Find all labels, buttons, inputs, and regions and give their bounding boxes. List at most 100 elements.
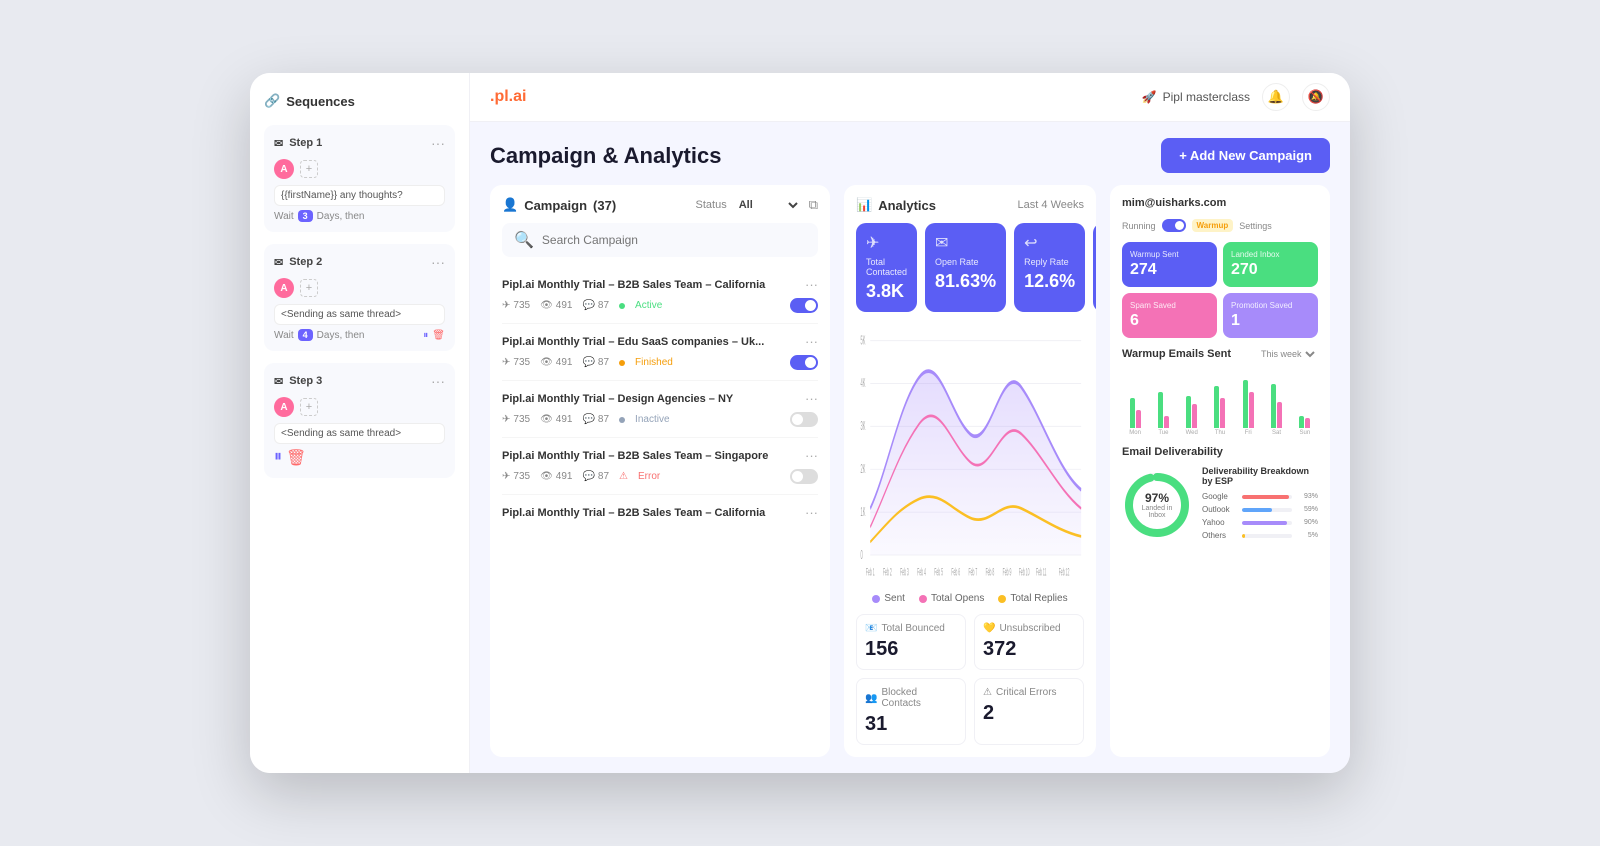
svg-text:Feb 12: Feb 12 [1059, 566, 1070, 578]
campaign-list: Pipl.ai Monthly Trial – B2B Sales Team –… [502, 267, 818, 536]
filter-icon[interactable]: ⧉ [809, 197, 818, 213]
warmup-header: mim@uisharks.com [1122, 197, 1318, 209]
svg-text:2K: 2K [861, 462, 866, 477]
wc-value: 270 [1231, 261, 1310, 279]
bar-pink [1164, 416, 1169, 428]
bar-green [1130, 398, 1135, 428]
bar-group: Wed [1179, 378, 1205, 436]
deliverability-title: Email Deliverability [1122, 446, 1318, 458]
esp-others: Others 5% [1202, 531, 1318, 540]
add-campaign-button[interactable]: + Add New Campaign [1161, 138, 1330, 173]
topbar-right: 🚀 Pipl masterclass 🔔 🔕 [1142, 83, 1330, 111]
legend-replies: Total Replies [998, 593, 1067, 604]
status-select[interactable]: All Active Finished Inactive [735, 198, 801, 212]
avatar-a-2: A [274, 278, 294, 298]
masterclass-btn[interactable]: 🚀 Pipl masterclass [1142, 90, 1250, 104]
campaign-toggle[interactable] [790, 412, 818, 427]
campaigns-filter: Status All Active Finished Inactive ⧉ [696, 197, 818, 213]
chart-legend: Sent Total Opens Total Replies [856, 593, 1084, 604]
add-step-btn-3[interactable]: + [300, 398, 318, 416]
wc-label: Landed Inbox [1231, 250, 1310, 259]
bar-pink [1305, 418, 1310, 428]
delete-icon[interactable]: 🗑 [432, 330, 445, 341]
svg-text:4K: 4K [861, 376, 866, 391]
warmup-sent-card: Warmup Sent 274 [1122, 242, 1217, 287]
warmup-panel: mim@uisharks.com Running Warmup Settings… [1110, 185, 1330, 757]
campaign-item: Pipl.ai Monthly Trial – B2B Sales Team –… [502, 495, 818, 536]
svg-text:Feb 5: Feb 5 [934, 566, 943, 578]
step-2-label: ✉ Step 2 [274, 256, 322, 269]
bounced-value: 156 [865, 638, 957, 661]
stats-cards: ✈ Total Contacted 3.8K ✉ Open Rate 81.63… [856, 223, 1084, 312]
notification-alt[interactable]: 🔕 [1302, 83, 1330, 111]
wc-value: 6 [1130, 312, 1209, 330]
campaigns-header: 👤 Campaign (37) Status All Active Finish… [502, 197, 818, 213]
bounced-label: 📧 Total Bounced [865, 623, 957, 634]
campaign-toggle[interactable] [790, 469, 818, 484]
status-label: Status [696, 199, 727, 211]
campaign-menu[interactable]: ··· [805, 391, 818, 406]
add-step-btn[interactable]: + [300, 160, 318, 178]
svg-text:Feb 4: Feb 4 [917, 566, 926, 578]
svg-text:Feb 7: Feb 7 [968, 566, 977, 578]
running-toggle[interactable] [1162, 219, 1186, 232]
sent-stat: ✈ 735 [502, 300, 530, 311]
pause-icon-3[interactable]: ⏸ [274, 448, 282, 468]
campaign-toggle[interactable] [790, 298, 818, 313]
stat-label: Total Contacted [866, 257, 907, 277]
email-icon: ✉ [935, 233, 996, 253]
status-text: Finished [635, 357, 673, 368]
settings-link[interactable]: Settings [1239, 221, 1272, 231]
email-icon: ✉ [274, 137, 283, 150]
topbar: .pl.ai 🚀 Pipl masterclass 🔔 🔕 [470, 73, 1350, 122]
add-step-btn-2[interactable]: + [300, 279, 318, 297]
step-1-menu[interactable]: ··· [431, 135, 445, 151]
status-dot [619, 417, 625, 423]
stat-label: Reply Rate [1024, 257, 1075, 267]
rocket-icon: 🚀 [1142, 90, 1157, 104]
wait-text-2: Days, then [317, 330, 365, 341]
bar-pink [1192, 404, 1197, 428]
campaign-name: Pipl.ai Monthly Trial – Design Agencies … [502, 393, 805, 405]
wc-label: Spam Saved [1130, 301, 1209, 310]
donut-chart: 97% Landed in Inbox [1122, 470, 1192, 540]
content-columns: 👤 Campaign (37) Status All Active Finish… [490, 185, 1330, 757]
page-area: Campaign & Analytics + Add New Campaign … [470, 122, 1350, 773]
error-icon-2: ⚠ [983, 687, 992, 698]
avatar-a-3: A [274, 397, 294, 417]
campaign-toggle[interactable] [790, 355, 818, 370]
bar-green [1214, 386, 1219, 428]
step-2-message: <Sending as same thread> [274, 304, 445, 325]
bar-group: Mon [1122, 378, 1148, 436]
campaign-menu[interactable]: ··· [805, 277, 818, 292]
email-icon-3: ✉ [274, 375, 283, 388]
deliverability-section: Email Deliverability 97% [1122, 446, 1318, 745]
bar-pink [1220, 398, 1225, 428]
errors-label: ⚠ Critical Errors [983, 687, 1075, 698]
campaign-menu[interactable]: ··· [805, 448, 818, 463]
replies-stat: 💬 87 [582, 414, 609, 425]
campaign-menu[interactable]: ··· [805, 334, 818, 349]
errors-value: 2 [983, 702, 1075, 725]
campaign-name: Pipl.ai Monthly Trial – B2B Sales Team –… [502, 279, 805, 291]
pause-icon[interactable]: ⏸ [423, 330, 428, 341]
week-select[interactable]: This week Last week [1257, 348, 1318, 360]
bar-label: Thu [1215, 430, 1225, 436]
wc-label: Promotion Saved [1231, 301, 1310, 310]
step-2-menu[interactable]: ··· [431, 254, 445, 270]
notification-bell[interactable]: 🔔 [1262, 83, 1290, 111]
delete-icon-3[interactable]: 🗑 [286, 448, 306, 468]
opens-stat: 👁 491 [540, 357, 572, 368]
step-3-menu[interactable]: ··· [431, 373, 445, 389]
replies-stat: 💬 87 [582, 471, 609, 482]
search-input[interactable] [542, 233, 806, 247]
campaign-menu[interactable]: ··· [805, 505, 818, 520]
stat-label: Open Rate [935, 257, 996, 267]
step-1-message: {{firstName}} any thoughts? [274, 185, 445, 206]
step-1-block: ✉ Step 1 ··· A + {{firstName}} any thoug… [264, 125, 455, 232]
status-text: Error [638, 471, 660, 482]
landed-inbox-card: Landed Inbox 270 [1223, 242, 1318, 287]
analytics-chart: 5K 4K 3K 2K 1K 0 [856, 322, 1084, 583]
esp-outlook: Outlook 59% [1202, 505, 1318, 514]
page-header: Campaign & Analytics + Add New Campaign [490, 138, 1330, 173]
